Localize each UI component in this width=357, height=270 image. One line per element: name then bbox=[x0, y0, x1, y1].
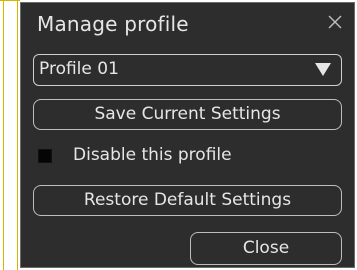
save-current-settings-button[interactable]: Save Current Settings bbox=[33, 99, 342, 130]
screen: Manage profile Profile 01 Save Current S… bbox=[0, 0, 357, 270]
disable-profile-label: Disable this profile bbox=[73, 145, 232, 165]
background-accent-line bbox=[17, 0, 18, 270]
triangle-down-icon bbox=[315, 63, 331, 76]
profile-select-value: Profile 01 bbox=[39, 59, 119, 79]
disable-profile-checkbox[interactable] bbox=[38, 149, 52, 163]
close-x-icon[interactable] bbox=[326, 13, 344, 31]
close-button[interactable]: Close bbox=[190, 232, 342, 265]
manage-profile-dialog: Manage profile Profile 01 Save Current S… bbox=[20, 2, 355, 268]
background-accent-line bbox=[0, 0, 20, 1]
profile-select[interactable]: Profile 01 bbox=[33, 54, 342, 86]
restore-default-settings-button[interactable]: Restore Default Settings bbox=[33, 185, 342, 216]
background-accent-line bbox=[3, 0, 4, 270]
dialog-title: Manage profile bbox=[37, 12, 189, 36]
